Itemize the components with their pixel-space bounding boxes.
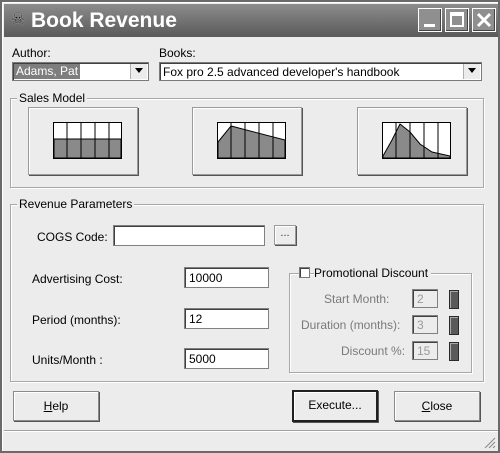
promotional-discount-label: Promotional Discount (314, 266, 432, 280)
help-button[interactable]: Help (13, 391, 99, 421)
book-revenue-window: ☠ Book Revenue Author: Adams, Pat Books:… (0, 0, 500, 453)
maximize-icon (450, 12, 464, 27)
revenue-parameters-title: Revenue Parameters (17, 197, 135, 211)
author-dropdown-arrow[interactable] (130, 64, 147, 79)
chevron-down-icon (135, 68, 143, 73)
close-button[interactable]: Close (394, 391, 480, 421)
books-dropdown[interactable]: Fox pro 2.5 advanced developer's handboo… (159, 62, 482, 81)
discount-percent-label: Discount %: (341, 344, 406, 358)
peak-sales-chart-icon (382, 122, 451, 159)
window-title: Book Revenue (31, 9, 177, 32)
sales-model-title: Sales Model (17, 91, 88, 105)
books-label: Books: (159, 46, 196, 60)
title-bar[interactable]: ☠ Book Revenue (4, 4, 498, 37)
units-per-month-input[interactable]: 5000 (184, 348, 269, 369)
period-months-label: Period (months): (32, 313, 121, 327)
discount-percent-spinner[interactable] (449, 342, 459, 361)
status-bar (4, 430, 498, 451)
minimize-button[interactable] (418, 8, 442, 32)
chevron-down-icon (468, 68, 476, 73)
minimize-icon (424, 24, 435, 27)
start-month-label: Start Month: (324, 292, 390, 306)
author-label: Author: (12, 46, 51, 60)
duration-months-spinner[interactable] (449, 316, 459, 335)
flat-sales-chart-icon (53, 122, 122, 159)
cogs-browse-button[interactable]: ... (274, 225, 296, 245)
execute-button[interactable]: Execute... (292, 390, 378, 422)
books-selected-value: Fox pro 2.5 advanced developer's handboo… (163, 65, 400, 79)
close-window-button[interactable] (472, 8, 496, 32)
author-selected-value: Adams, Pat (14, 64, 81, 79)
advertising-cost-label: Advertising Cost: (32, 272, 123, 286)
advertising-cost-input[interactable]: 10000 (184, 267, 269, 288)
sales-model-peak-button[interactable] (357, 107, 467, 175)
discount-percent-input[interactable]: 15 (412, 341, 438, 360)
duration-months-label: Duration (months): (301, 318, 401, 332)
cogs-code-label: COGS Code: (37, 230, 108, 244)
author-dropdown[interactable]: Adams, Pat (12, 62, 149, 81)
duration-months-input[interactable]: 3 (412, 315, 438, 334)
resize-grip-icon[interactable] (484, 437, 496, 449)
declining-sales-chart-icon (217, 122, 286, 159)
start-month-input[interactable]: 2 (412, 289, 438, 308)
cogs-code-input[interactable] (113, 225, 265, 246)
start-month-spinner[interactable] (449, 290, 459, 309)
promotional-discount-checkbox[interactable] (299, 267, 310, 278)
sales-model-declining-button[interactable] (192, 107, 302, 175)
units-per-month-label: Units/Month : (32, 353, 103, 367)
close-icon (476, 12, 492, 28)
maximize-button[interactable] (445, 8, 469, 32)
period-months-input[interactable]: 12 (184, 308, 269, 329)
sales-model-flat-button[interactable] (28, 107, 138, 175)
books-dropdown-arrow[interactable] (463, 64, 480, 79)
book-revenue-app-icon[interactable]: ☠ (9, 11, 27, 29)
